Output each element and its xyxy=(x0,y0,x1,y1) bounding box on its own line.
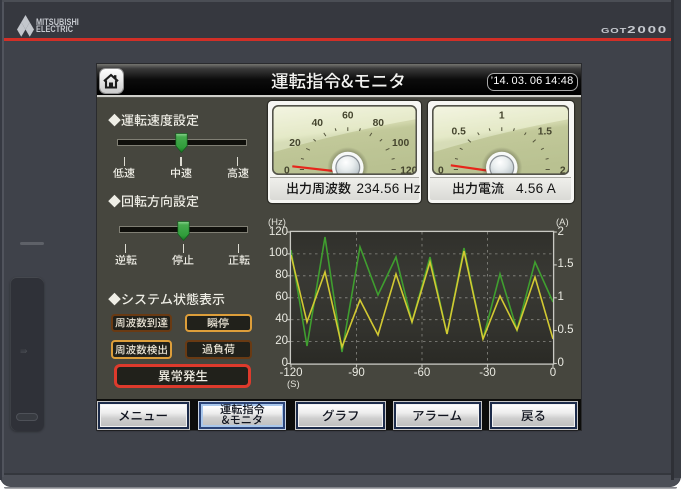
svg-text:40: 40 xyxy=(311,118,323,129)
svg-text:1: 1 xyxy=(499,111,505,122)
svg-text:1.5: 1.5 xyxy=(537,127,552,138)
svg-text:100: 100 xyxy=(392,138,409,149)
svg-text:20: 20 xyxy=(289,138,301,149)
svg-text:60: 60 xyxy=(342,111,354,122)
svg-text:80: 80 xyxy=(372,118,384,129)
svg-text:0.5: 0.5 xyxy=(451,127,466,138)
